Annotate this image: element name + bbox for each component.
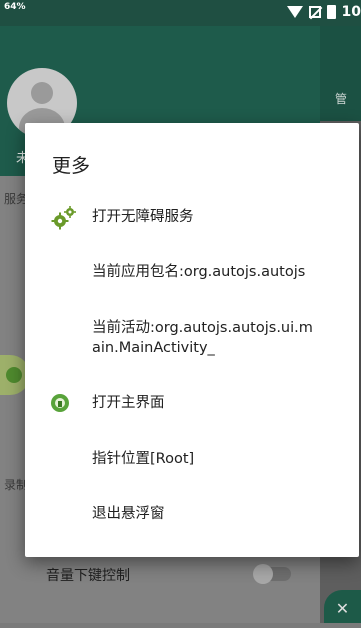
status-bar: 64% 10 (0, 0, 361, 26)
no-signal-icon (308, 6, 321, 18)
close-button[interactable]: ✕ (324, 590, 361, 623)
menu-label-accessibility: 打开无障碍服务 (92, 209, 194, 225)
wifi-icon (286, 6, 303, 18)
gears-icon (51, 206, 76, 230)
menu-item-exit-floating[interactable]: 退出悬浮窗 (25, 496, 359, 532)
menu-label-open-main: 打开主界面 (92, 395, 165, 411)
menu-label-pointer-location: 指针位置[Root] (92, 451, 195, 467)
menu-item-pointer-location[interactable]: 指针位置[Root] (25, 441, 359, 477)
toggle-knob (253, 564, 273, 584)
menu-label-package-name: 当前应用包名:org.autojs.autojs (92, 264, 306, 280)
volume-key-label: 音量下键控制 (46, 568, 130, 584)
menu-item-package-name[interactable]: 当前应用包名:org.autojs.autojs (25, 255, 359, 291)
battery-icon (326, 5, 336, 19)
toolbar-text-fragment: 管 (335, 92, 348, 106)
floating-logo-icon (6, 367, 22, 383)
menu-item-current-activity[interactable]: 当前活动:org.autojs.autojs.ui.m ain.MainActi… (25, 313, 359, 365)
menu-label-activity-line-1: 当前活动:org.autojs.autojs.ui.m (92, 320, 313, 336)
more-dialog: 更多 打开无障碍服务 当前应用包名:org.autojs.autojs 当前活动… (25, 123, 359, 557)
menu-item-accessibility[interactable]: 打开无障碍服务 (25, 201, 359, 237)
menu-label-exit-floating: 退出悬浮窗 (92, 506, 165, 522)
autojs-app-icon (51, 394, 69, 412)
status-icons: 10 (286, 4, 361, 20)
battery-percent: 64% (4, 2, 26, 12)
menu-label-activity-line-2: ain.MainActivity_ (92, 340, 215, 356)
dialog-title: 更多 (52, 155, 91, 177)
clock: 10 (341, 4, 361, 20)
avatar-head (31, 82, 53, 104)
menu-item-open-main[interactable]: 打开主界面 (25, 385, 359, 421)
volume-key-toggle[interactable] (253, 564, 291, 584)
